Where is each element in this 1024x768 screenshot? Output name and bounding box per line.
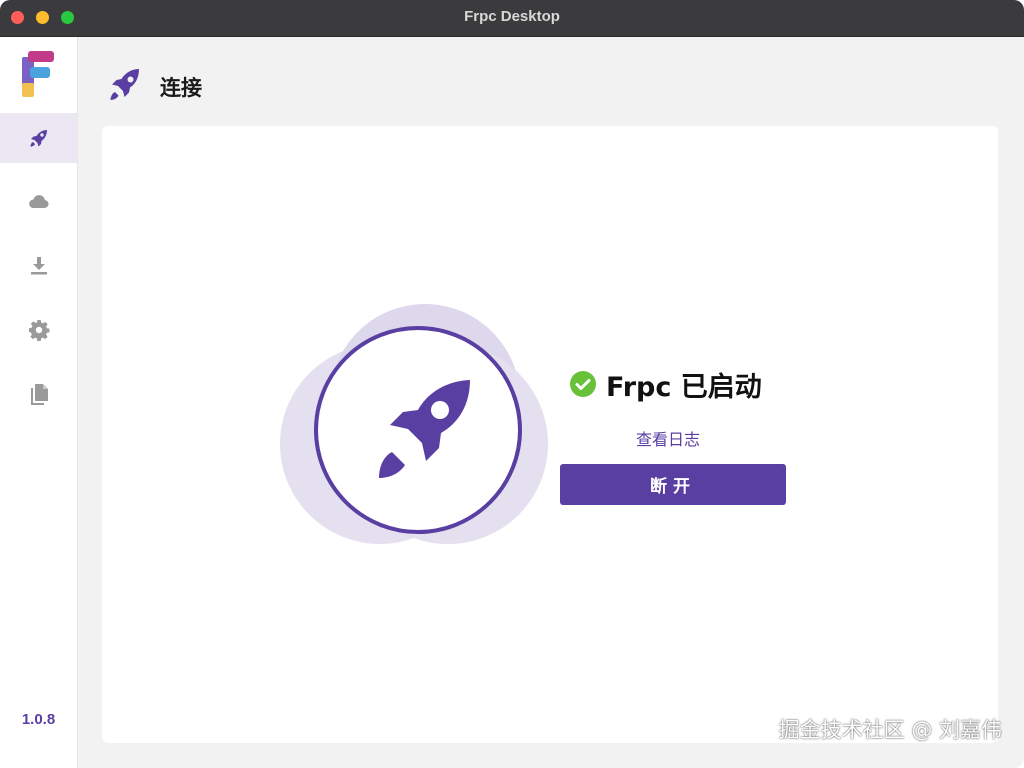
cloud-icon — [28, 195, 49, 209]
page-title: 连接 — [160, 76, 202, 100]
documents-icon — [30, 384, 48, 405]
sidebar-item-documents[interactable] — [0, 369, 77, 419]
sidebar-item-cloud[interactable] — [0, 177, 77, 227]
check-circle-icon — [570, 371, 596, 397]
main-content: 连接 Frpc 已启动 查看日志 断开 — [78, 37, 1024, 768]
watermark: 掘金技术社区 @ 刘嘉伟 — [778, 718, 1002, 742]
title-bar: Frpc Desktop — [0, 0, 1024, 37]
gear-icon — [28, 320, 49, 341]
sidebar-item-settings[interactable] — [0, 305, 77, 355]
download-icon — [30, 257, 47, 275]
app-logo — [22, 51, 54, 97]
app-window: Frpc Desktop 1.0.8 连接 Frpc 已启动 查看日志 断开 掘… — [0, 0, 1024, 768]
rocket-icon — [110, 69, 139, 100]
window-title: Frpc Desktop — [464, 8, 560, 25]
status-text: Frpc 已启动 — [606, 371, 762, 403]
sidebar-item-download[interactable] — [0, 241, 77, 291]
status-card: Frpc 已启动 查看日志 断开 — [102, 126, 998, 743]
status-row: Frpc 已启动 — [570, 366, 762, 403]
view-log-link[interactable]: 查看日志 — [636, 426, 700, 450]
sidebar-item-connect[interactable] — [0, 113, 77, 163]
app-version: 1.0.8 — [21, 711, 56, 728]
rocket-illustration — [280, 304, 548, 544]
rocket-icon — [30, 130, 47, 147]
sidebar: 1.0.8 — [0, 37, 78, 768]
disconnect-button[interactable]: 断开 — [560, 464, 786, 505]
